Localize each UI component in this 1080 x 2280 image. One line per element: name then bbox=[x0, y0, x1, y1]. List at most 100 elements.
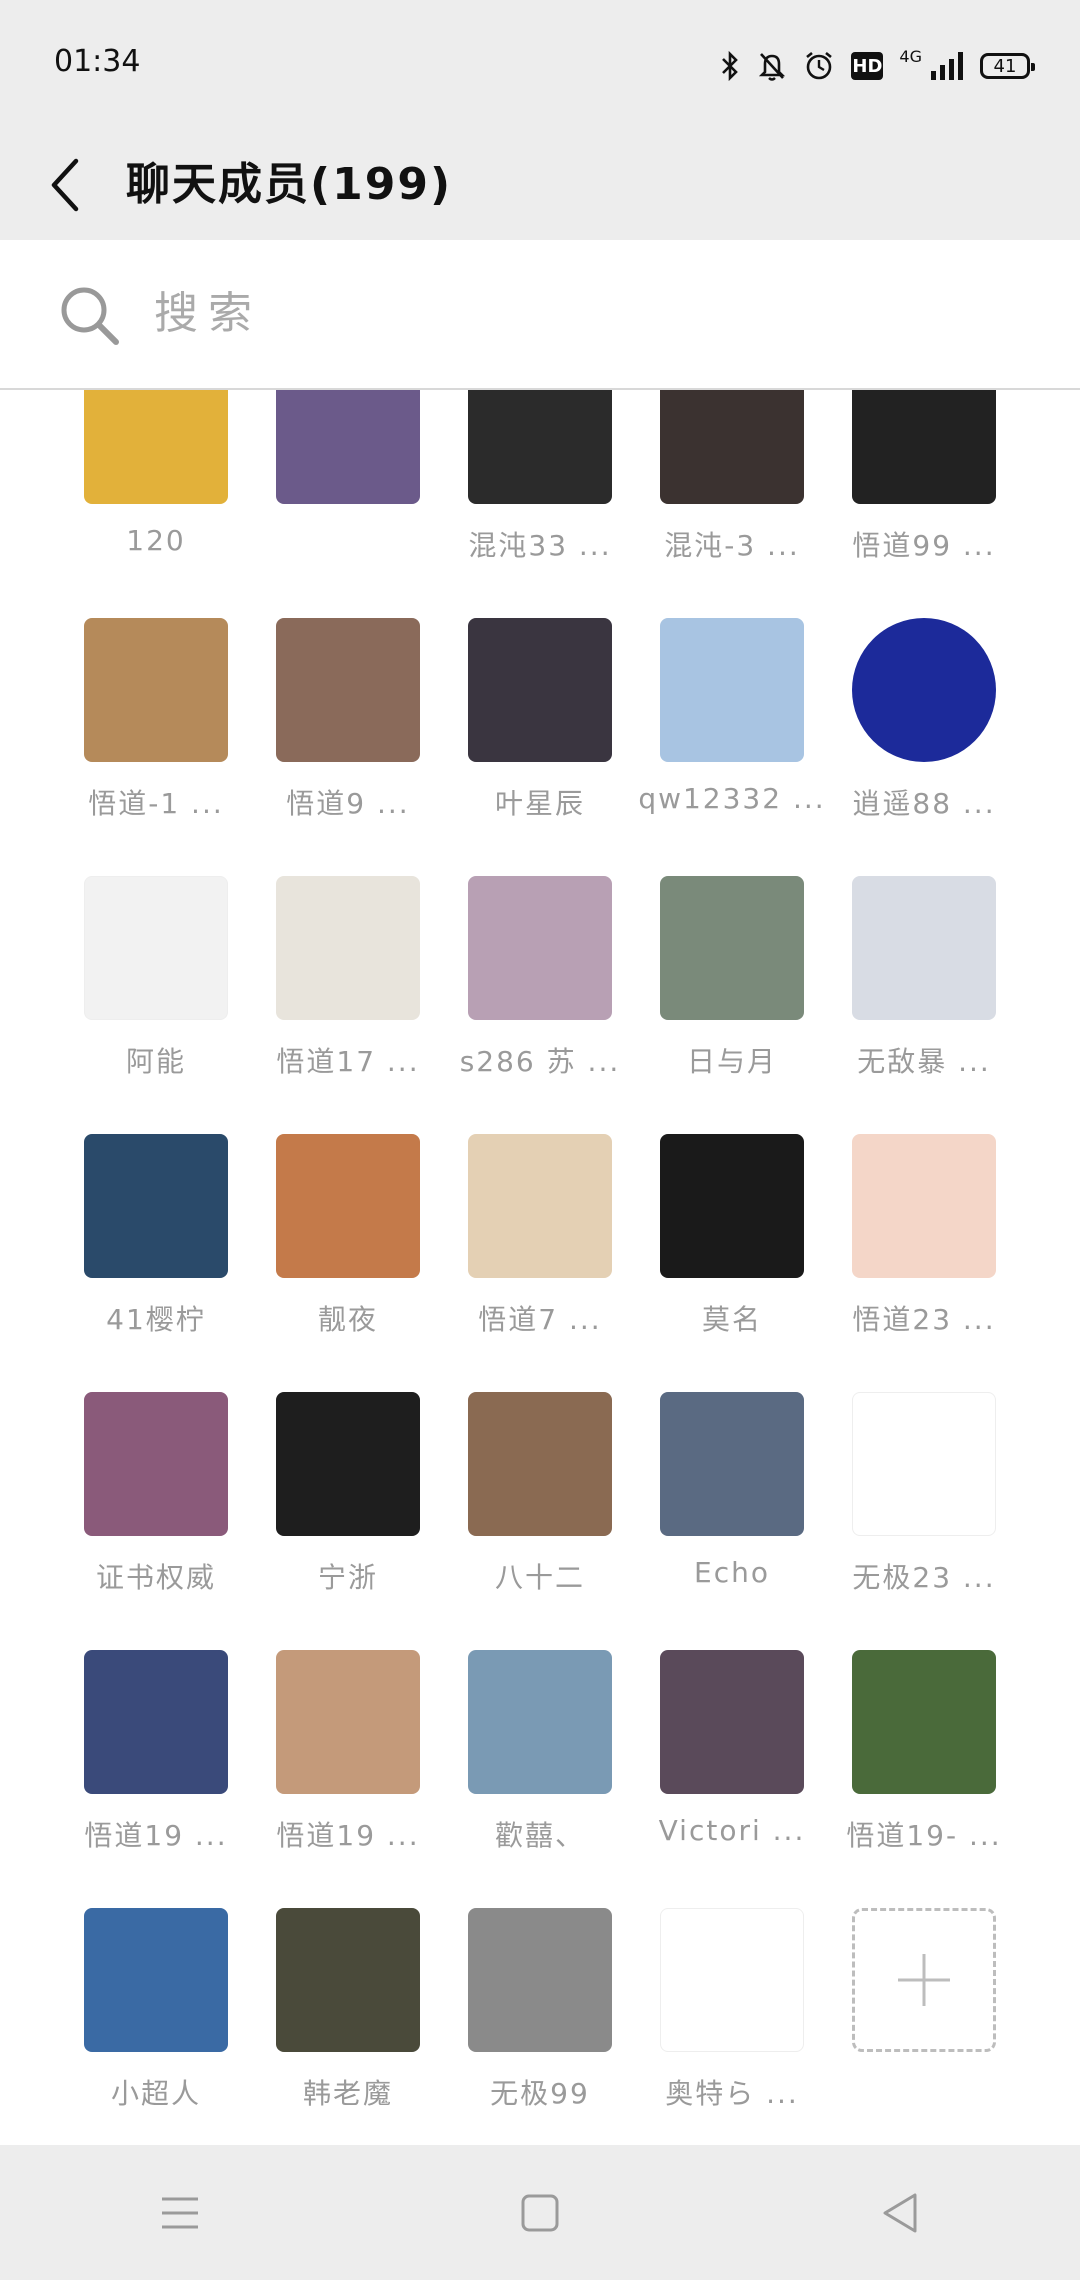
member-item[interactable]: 小超人 bbox=[84, 1908, 228, 2110]
avatar bbox=[276, 876, 420, 1020]
menu-button[interactable] bbox=[130, 2173, 230, 2253]
status-icons: HD 4G 41 bbox=[719, 46, 1035, 86]
member-item[interactable]: 悟道7 ... bbox=[468, 1134, 612, 1336]
member-item[interactable]: 悟道-1 ... bbox=[84, 618, 228, 820]
page-title: 聊天成员(199) bbox=[126, 159, 453, 210]
member-item[interactable]: 宁浙 bbox=[276, 1392, 420, 1594]
member-item[interactable]: Echo bbox=[660, 1392, 804, 1589]
member-name: 叶星辰 bbox=[494, 787, 585, 820]
member-item[interactable]: 悟道17 ... bbox=[276, 876, 420, 1078]
member-name: 日与月 bbox=[686, 1045, 777, 1078]
search-input[interactable]: 搜索 bbox=[154, 240, 262, 388]
member-item[interactable]: Victori ... bbox=[659, 1650, 804, 1847]
member-item[interactable] bbox=[276, 390, 420, 504]
bluetooth-icon bbox=[722, 50, 739, 82]
member-item[interactable]: 日与月 bbox=[660, 876, 804, 1078]
avatar bbox=[660, 390, 804, 504]
home-button[interactable] bbox=[490, 2173, 590, 2253]
member-item[interactable]: 歡囍、 bbox=[468, 1650, 612, 1852]
member-item[interactable]: 韩老魔 bbox=[276, 1908, 420, 2110]
member-name: 宁浙 bbox=[317, 1561, 378, 1594]
member-name: 小超人 bbox=[110, 2077, 201, 2110]
menu-icon bbox=[162, 2197, 198, 2228]
avatar bbox=[468, 1134, 612, 1278]
avatar bbox=[852, 1392, 996, 1536]
status-time: 01:34 bbox=[54, 44, 141, 79]
avatar bbox=[852, 1650, 996, 1794]
avatar bbox=[468, 390, 612, 504]
member-item[interactable]: 悟道99 ... bbox=[852, 390, 996, 562]
hd-icon: HD bbox=[851, 52, 884, 80]
avatar bbox=[84, 1392, 228, 1536]
member-item[interactable]: 证书权威 bbox=[84, 1392, 228, 1594]
avatar bbox=[660, 1908, 804, 2052]
back-nav-button[interactable] bbox=[850, 2173, 950, 2253]
member-grid[interactable]: 120 混沌33 ... 混沌-3 ... 悟道99 ... 悟道-1 ... 悟道9 .… bbox=[0, 390, 1080, 2145]
member-item[interactable]: 悟道9 ... bbox=[276, 618, 420, 820]
avatar bbox=[468, 1392, 612, 1536]
member-name: s286 苏 ... bbox=[459, 1045, 621, 1078]
member-name: 歡囍、 bbox=[494, 1819, 585, 1852]
member-item[interactable]: s286 苏 ... bbox=[460, 876, 618, 1078]
add-member-box bbox=[852, 1908, 996, 2052]
member-name: 悟道-1 ... bbox=[88, 787, 224, 820]
member-item[interactable]: qw12332 ... bbox=[638, 618, 824, 815]
member-item[interactable]: 八十二 bbox=[468, 1392, 612, 1594]
avatar bbox=[276, 1134, 420, 1278]
member-name: qw12332 ... bbox=[638, 782, 826, 815]
member-name: Echo bbox=[694, 1556, 770, 1589]
avatar bbox=[84, 876, 228, 1020]
avatar bbox=[84, 1134, 228, 1278]
battery-icon: 41 bbox=[980, 53, 1035, 79]
member-item[interactable]: 混沌-3 ... bbox=[660, 390, 804, 562]
avatar bbox=[660, 1392, 804, 1536]
search-icon bbox=[61, 287, 119, 345]
member-item[interactable]: 混沌33 ... bbox=[468, 390, 612, 562]
member-name: 悟道19 ... bbox=[276, 1819, 420, 1852]
member-item[interactable]: 莫名 bbox=[660, 1134, 804, 1336]
member-item[interactable]: 悟道19 ... bbox=[84, 1650, 228, 1852]
avatar bbox=[468, 1908, 612, 2052]
member-name: 悟道99 ... bbox=[852, 529, 996, 562]
member-item[interactable]: 悟道23 ... bbox=[852, 1134, 996, 1336]
avatar bbox=[276, 1650, 420, 1794]
member-grid-inner: 120 混沌33 ... 混沌-3 ... 悟道99 ... 悟道-1 ... 悟道9 .… bbox=[84, 390, 1000, 2110]
member-item[interactable]: 无极23 ... bbox=[852, 1392, 996, 1594]
signal-icon bbox=[931, 52, 963, 80]
plus-icon bbox=[898, 1954, 950, 2006]
member-name: 混沌-3 ... bbox=[664, 529, 800, 562]
avatar bbox=[660, 618, 804, 762]
back-button[interactable] bbox=[30, 142, 100, 228]
avatar bbox=[276, 1392, 420, 1536]
member-name: 八十二 bbox=[494, 1561, 585, 1594]
alarm-icon bbox=[806, 51, 833, 80]
member-name: 悟道19 ... bbox=[84, 1819, 228, 1852]
home-square-icon bbox=[521, 2194, 559, 2231]
member-item[interactable]: 无极99 bbox=[468, 1908, 612, 2110]
avatar bbox=[852, 1134, 996, 1278]
member-item[interactable]: 无敌暴 ... bbox=[852, 876, 996, 1078]
member-name: 莫名 bbox=[701, 1303, 762, 1336]
member-name: 韩老魔 bbox=[302, 2077, 393, 2110]
avatar bbox=[660, 1650, 804, 1794]
member-item[interactable]: 叶星辰 bbox=[468, 618, 612, 820]
back-triangle-icon bbox=[883, 2193, 917, 2232]
member-item[interactable]: 阿能 bbox=[84, 876, 228, 1078]
member-name: Victori ... bbox=[658, 1814, 806, 1847]
search-bar[interactable]: 搜索 bbox=[0, 240, 1080, 390]
member-item[interactable]: 120 bbox=[84, 390, 228, 557]
member-item[interactable]: 悟道19- ... bbox=[846, 1650, 1000, 1852]
member-item[interactable]: 靓夜 bbox=[276, 1134, 420, 1336]
member-item[interactable]: 悟道19 ... bbox=[276, 1650, 420, 1852]
add-member-button[interactable] bbox=[852, 1908, 996, 2052]
member-name: 证书权威 bbox=[95, 1561, 216, 1594]
member-name: 靓夜 bbox=[317, 1303, 378, 1336]
member-item[interactable]: 奥特ら ... bbox=[660, 1908, 804, 2110]
member-name: 奥特ら ... bbox=[665, 2077, 799, 2110]
member-name: 悟道17 ... bbox=[276, 1045, 420, 1078]
member-name: 混沌33 ... bbox=[468, 529, 612, 562]
member-item[interactable]: 41樱柠 bbox=[84, 1134, 228, 1336]
chevron-left-icon bbox=[51, 158, 79, 212]
avatar bbox=[276, 1908, 420, 2052]
member-item[interactable]: 逍遥88 ... bbox=[852, 618, 996, 820]
